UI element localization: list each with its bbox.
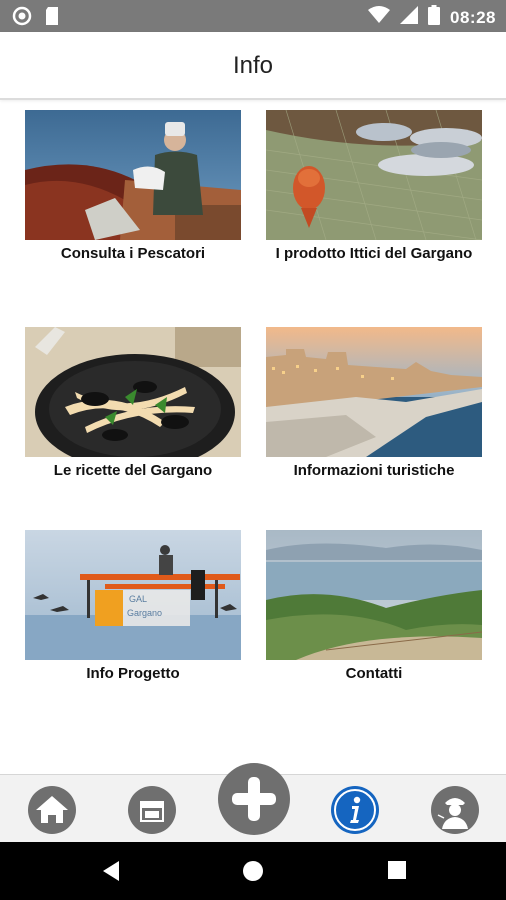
sd-card-icon bbox=[44, 6, 60, 31]
signal-icon bbox=[400, 6, 419, 29]
wifi-icon bbox=[368, 6, 391, 29]
battery-icon bbox=[428, 5, 441, 30]
svg-text:GAL: GAL bbox=[129, 594, 147, 604]
bottom-tab-bar bbox=[0, 763, 506, 842]
back-icon[interactable] bbox=[101, 860, 121, 887]
shop-icon[interactable] bbox=[127, 785, 177, 835]
card-label: Contatti bbox=[345, 665, 403, 682]
status-time: 08:28 bbox=[450, 7, 496, 27]
status-bar: 08:28 bbox=[0, 0, 506, 32]
home-icon[interactable] bbox=[242, 860, 264, 887]
card-label: Info Progetto bbox=[86, 665, 180, 682]
fisherman-photo bbox=[25, 110, 241, 240]
card-prodotti-ittici[interactable]: I prodotto Ittici del Gargano bbox=[266, 110, 482, 262]
fish-on-net-photo bbox=[266, 110, 482, 240]
recents-icon[interactable] bbox=[387, 860, 407, 885]
record-icon bbox=[12, 6, 32, 31]
card-informazioni-turistiche[interactable]: Informazioni turistiche bbox=[266, 327, 482, 479]
app-header: Info bbox=[0, 32, 506, 100]
add-icon[interactable] bbox=[218, 763, 290, 835]
card-info-progetto[interactable]: GAL Gargano Info Progetto bbox=[25, 530, 241, 682]
card-label: Informazioni turistiche bbox=[293, 462, 455, 479]
info-icon[interactable] bbox=[330, 785, 380, 835]
card-label: Consulta i Pescatori bbox=[60, 245, 206, 262]
coastal-town-photo bbox=[266, 327, 482, 457]
card-consulta-pescatori[interactable]: Consulta i Pescatori bbox=[25, 110, 241, 262]
card-label: I prodotto Ittici del Gargano bbox=[275, 245, 473, 262]
page-title: Info bbox=[232, 52, 274, 79]
svg-text:Gargano: Gargano bbox=[127, 608, 162, 618]
gal-gargano-photo: GAL Gargano bbox=[25, 530, 241, 660]
card-label: Le ricette del Gargano bbox=[53, 462, 213, 479]
hills-landscape-photo bbox=[266, 530, 482, 660]
phone-screen: 08:28 Info Consulta i Pescatori I prodot… bbox=[0, 0, 506, 900]
fisherman-icon[interactable] bbox=[430, 785, 480, 835]
card-contatti[interactable]: Contatti bbox=[266, 530, 482, 682]
card-ricette-gargano[interactable]: Le ricette del Gargano bbox=[25, 327, 241, 479]
home-icon[interactable] bbox=[27, 785, 77, 835]
system-nav-bar bbox=[0, 842, 506, 900]
mussels-pasta-photo bbox=[25, 327, 241, 457]
